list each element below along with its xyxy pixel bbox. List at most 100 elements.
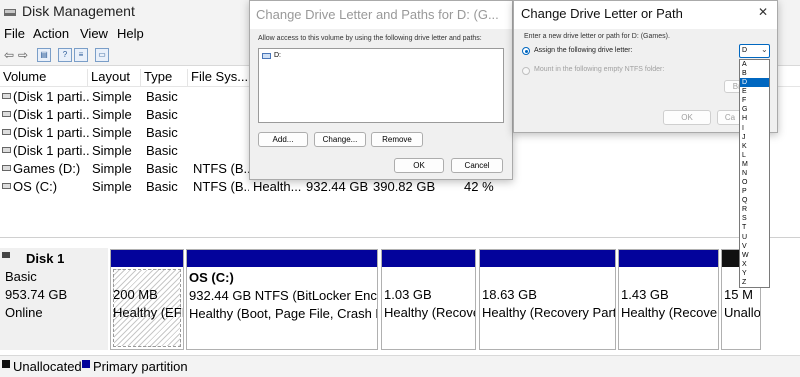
column-type[interactable]: Type [141, 69, 188, 87]
paths-list-item[interactable]: D: [274, 52, 281, 59]
column-layout[interactable]: Layout [88, 69, 141, 87]
drive-letter-option[interactable]: R [740, 205, 769, 214]
volume-type: Basic [146, 143, 190, 158]
mount-folder-radio[interactable] [522, 67, 530, 75]
drive-letter-option[interactable]: O [740, 178, 769, 187]
menu-view[interactable]: View [80, 26, 108, 41]
partition-block[interactable]: OS (C:) 932.44 GB NTFS (BitLocker Encryp H… [186, 249, 378, 350]
volume-file-system-text: NTFS (B... [193, 161, 249, 176]
drive-letter-option[interactable]: H [740, 114, 769, 123]
partition-size: 932.44 GB NTFS (BitLocker Encryp [189, 288, 378, 303]
volume-name-text: (Disk 1 parti... [13, 89, 90, 104]
dialog-title-bar: Change Drive Letter or Path ✕ [514, 1, 777, 29]
volume-percent-free: 42 % [464, 179, 498, 194]
list-view-icon[interactable]: ≡ [74, 48, 88, 62]
partition-size: 15 M [724, 287, 753, 302]
partition-size: 1.43 GB [621, 287, 669, 302]
menu-file[interactable]: File [4, 26, 25, 41]
drive-icon [262, 53, 271, 59]
volume-capacity-text: 932.44 GB [306, 179, 369, 194]
volume-file-system: NTFS (B... [193, 179, 249, 194]
volume-free-space: 390.82 GB [373, 179, 437, 194]
drive-letter-option[interactable]: E [740, 87, 769, 96]
volume-name-text: OS (C:) [13, 179, 58, 194]
volume-layout-text: Simple [92, 107, 132, 122]
paths-list[interactable]: D: [258, 48, 504, 123]
drive-letter-option[interactable]: T [740, 223, 769, 232]
drive-letter-option[interactable]: I [740, 124, 769, 133]
menu-help[interactable]: Help [117, 26, 144, 41]
partition-name: OS (C:) [189, 270, 234, 285]
disk-view-icon[interactable]: ▭ [95, 48, 109, 62]
volume-icon [2, 93, 11, 99]
partition-block[interactable]: 1.43 GB Healthy (Recover [618, 249, 719, 350]
ok-button[interactable]: OK [394, 158, 444, 173]
volume-layout: Simple [92, 125, 142, 140]
drive-letter-option[interactable]: V [740, 242, 769, 251]
ok-button[interactable]: OK [663, 110, 711, 125]
cancel-button[interactable]: Cancel [451, 158, 503, 173]
volume-layout-text: Simple [92, 143, 132, 158]
drive-letter-option[interactable]: U [740, 233, 769, 242]
forward-arrow-icon[interactable]: ⇨ [16, 48, 30, 62]
menu-action[interactable]: Action [33, 26, 69, 41]
unallocated-swatch [2, 360, 10, 368]
drive-letter-option[interactable]: D [740, 78, 769, 88]
volume-file-system-text: NTFS (B... [193, 179, 249, 194]
volume-layout-text: Simple [92, 89, 132, 104]
disk-type: Basic [5, 269, 37, 284]
partition-status: Healthy (Recovery Parti [482, 305, 616, 320]
partition-block[interactable]: 1.03 GB Healthy (Recove [381, 249, 476, 350]
partition-size: 200 MB [113, 287, 158, 302]
drive-letter-option[interactable]: Y [740, 269, 769, 278]
legend: Unallocated Primary partition [0, 355, 800, 377]
drive-letter-option[interactable]: X [740, 260, 769, 269]
assign-letter-radio[interactable] [522, 47, 530, 55]
volume-row[interactable]: OS (C:) Simple Basic NTFS (B... Health... 932… [0, 178, 800, 196]
drive-letter-option[interactable]: G [740, 105, 769, 114]
remove-button[interactable]: Remove [371, 132, 423, 147]
help-icon[interactable]: ? [58, 48, 72, 62]
drive-letter-option[interactable]: P [740, 187, 769, 196]
selected-letter: D [742, 47, 748, 54]
volume-name-text: (Disk 1 parti... [13, 125, 90, 140]
drive-letter-option[interactable]: L [740, 151, 769, 160]
drive-letter-option[interactable]: Z [740, 278, 769, 287]
drive-letter-option[interactable]: W [740, 251, 769, 260]
volume-name: (Disk 1 parti... [2, 143, 90, 158]
drive-letter-dropdown: ABDEFGHIJKLMNOPQRSTUVWXYZ [739, 59, 770, 288]
column-file-system[interactable]: File Sys... [188, 69, 250, 87]
partition-size: 1.03 GB [384, 287, 432, 302]
change-drive-letter-paths-dialog: Change Drive Letter and Paths for D: (G.… [249, 0, 513, 180]
column-volume[interactable]: Volume [0, 69, 88, 87]
back-arrow-icon[interactable]: ⇦ [2, 48, 16, 62]
drive-letter-option[interactable]: J [740, 133, 769, 142]
disk-management-icon [4, 9, 16, 16]
add-button[interactable]: Add... [258, 132, 308, 147]
disk-icon [2, 252, 10, 258]
volume-name-text: Games (D:) [13, 161, 81, 176]
drive-letter-option[interactable]: M [740, 160, 769, 169]
change-button[interactable]: Change... [314, 132, 366, 147]
volume-type-text: Basic [146, 179, 178, 194]
drive-letter-option[interactable]: K [740, 142, 769, 151]
legend-primary-partition: Primary partition [93, 359, 188, 374]
dialog-title-bar: Change Drive Letter and Paths for D: (G.… [250, 1, 512, 29]
partition-block[interactable]: 18.63 GB Healthy (Recovery Parti [479, 249, 616, 350]
letter-instruction: Enter a new drive letter or path for D: … [524, 33, 670, 40]
properties-icon[interactable]: ▤ [37, 48, 51, 62]
drive-letter-option[interactable]: B [740, 69, 769, 78]
partition-block[interactable]: 200 MB Healthy (EFI [110, 249, 184, 350]
drive-letter-option[interactable]: Q [740, 196, 769, 205]
paths-instruction: Allow access to this volume by using the… [258, 35, 482, 42]
drive-letter-option[interactable]: N [740, 169, 769, 178]
drive-letter-option[interactable]: F [740, 96, 769, 105]
drive-letter-option[interactable]: A [740, 60, 769, 69]
drive-letter-select[interactable]: D ⌄ [739, 44, 770, 58]
volume-layout-text: Simple [92, 125, 132, 140]
disk-1-info[interactable]: Disk 1 Basic 953.74 GB Online [0, 248, 108, 350]
close-icon[interactable]: ✕ [758, 5, 768, 19]
primary-partition-bar [187, 250, 377, 267]
drive-letter-option[interactable]: S [740, 214, 769, 223]
primary-partition-bar [480, 250, 615, 267]
